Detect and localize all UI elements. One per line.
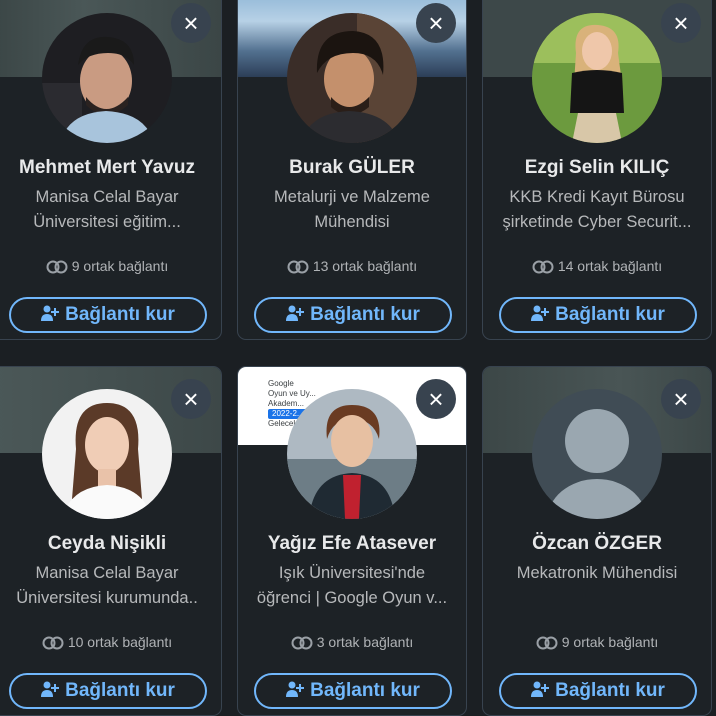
mutual-connections-icon	[46, 260, 68, 274]
add-person-icon	[41, 681, 60, 697]
close-icon[interactable]: ×	[428, 384, 443, 414]
suggestion-card[interactable]: × Burak GÜLER Metalurji ve Malzeme Mühen…	[237, 0, 467, 340]
mutual-connections-icon	[291, 636, 313, 650]
close-icon[interactable]: ×	[673, 8, 688, 38]
avatar[interactable]	[42, 389, 172, 519]
dismiss-button[interactable]: ×	[661, 379, 701, 419]
avatar[interactable]	[42, 13, 172, 143]
avatar[interactable]	[287, 389, 417, 519]
suggestion-card[interactable]: × Özcan ÖZGER Mekatronik Mühendisi 9 ort…	[482, 366, 712, 716]
close-icon[interactable]: ×	[673, 384, 688, 414]
person-name[interactable]: Ceyda Nişikli	[0, 533, 221, 555]
mutual-connections[interactable]: 9 ortak bağlantı	[483, 634, 711, 650]
person-headline: Manisa Celal Bayar Üniversitesi eğitim..…	[33, 188, 181, 231]
add-person-icon	[286, 305, 305, 321]
connect-button[interactable]: Bağlantı kur	[499, 297, 697, 333]
dismiss-button[interactable]: ×	[416, 379, 456, 419]
mutual-connections[interactable]: 10 ortak bağlantı	[0, 634, 221, 650]
person-name[interactable]: Burak GÜLER	[238, 157, 466, 179]
close-icon[interactable]: ×	[183, 8, 198, 38]
person-headline: Manisa Celal Bayar Üniversitesi kurumund…	[16, 564, 198, 607]
connect-button[interactable]: Bağlantı kur	[9, 297, 207, 333]
person-headline: Işık Üniversitesi'nde öğrenci | Google O…	[256, 564, 448, 607]
person-name[interactable]: Ezgi Selin KILIÇ	[483, 157, 711, 179]
suggestion-card[interactable]: × Ezgi Selin KILIÇ KKB Kredi Kayıt Büros…	[482, 0, 712, 340]
add-person-icon	[41, 305, 60, 321]
mutual-connections-icon	[42, 636, 64, 650]
avatar[interactable]	[532, 13, 662, 143]
add-person-icon	[531, 305, 550, 321]
mutual-connections-icon	[536, 636, 558, 650]
mutual-connections-icon	[532, 260, 554, 274]
person-headline: Metalurji ve Malzeme Mühendisi	[274, 188, 430, 231]
add-person-icon	[531, 681, 550, 697]
connect-button[interactable]: Bağlantı kur	[499, 673, 697, 709]
mutual-connections-icon	[287, 260, 309, 274]
connect-button[interactable]: Bağlantı kur	[254, 297, 452, 333]
person-name[interactable]: Yağız Efe Atasever	[238, 533, 466, 555]
close-icon[interactable]: ×	[428, 8, 443, 38]
dismiss-button[interactable]: ×	[416, 3, 456, 43]
avatar[interactable]	[287, 13, 417, 143]
connect-button[interactable]: Bağlantı kur	[254, 673, 452, 709]
suggestion-card[interactable]: Google Oyun ve Uy... Akadem... 2022-2...…	[237, 366, 467, 716]
dismiss-button[interactable]: ×	[171, 379, 211, 419]
add-person-icon	[286, 681, 305, 697]
dismiss-button[interactable]: ×	[171, 3, 211, 43]
person-name[interactable]: Özcan ÖZGER	[483, 533, 711, 555]
mutual-connections[interactable]: 13 ortak bağlantı	[238, 258, 466, 274]
avatar[interactable]	[532, 389, 662, 519]
suggestion-card[interactable]: × Ceyda Nişikli Manisa Celal Bayar Ünive…	[0, 366, 222, 716]
mutual-connections[interactable]: 14 ortak bağlantı	[483, 258, 711, 274]
person-name[interactable]: Mehmet Mert Yavuz	[0, 157, 221, 179]
mutual-connections[interactable]: 3 ortak bağlantı	[238, 634, 466, 650]
connect-button[interactable]: Bağlantı kur	[9, 673, 207, 709]
person-headline: KKB Kredi Kayıt Bürosu şirketinde Cyber …	[502, 188, 692, 231]
suggestion-card[interactable]: × Mehmet Mert Yavuz Manisa Celal Bayar Ü…	[0, 0, 222, 340]
person-headline: Mekatronik Mühendisi	[516, 564, 678, 582]
mutual-connections[interactable]: 9 ortak bağlantı	[0, 258, 221, 274]
close-icon[interactable]: ×	[183, 384, 198, 414]
dismiss-button[interactable]: ×	[661, 3, 701, 43]
